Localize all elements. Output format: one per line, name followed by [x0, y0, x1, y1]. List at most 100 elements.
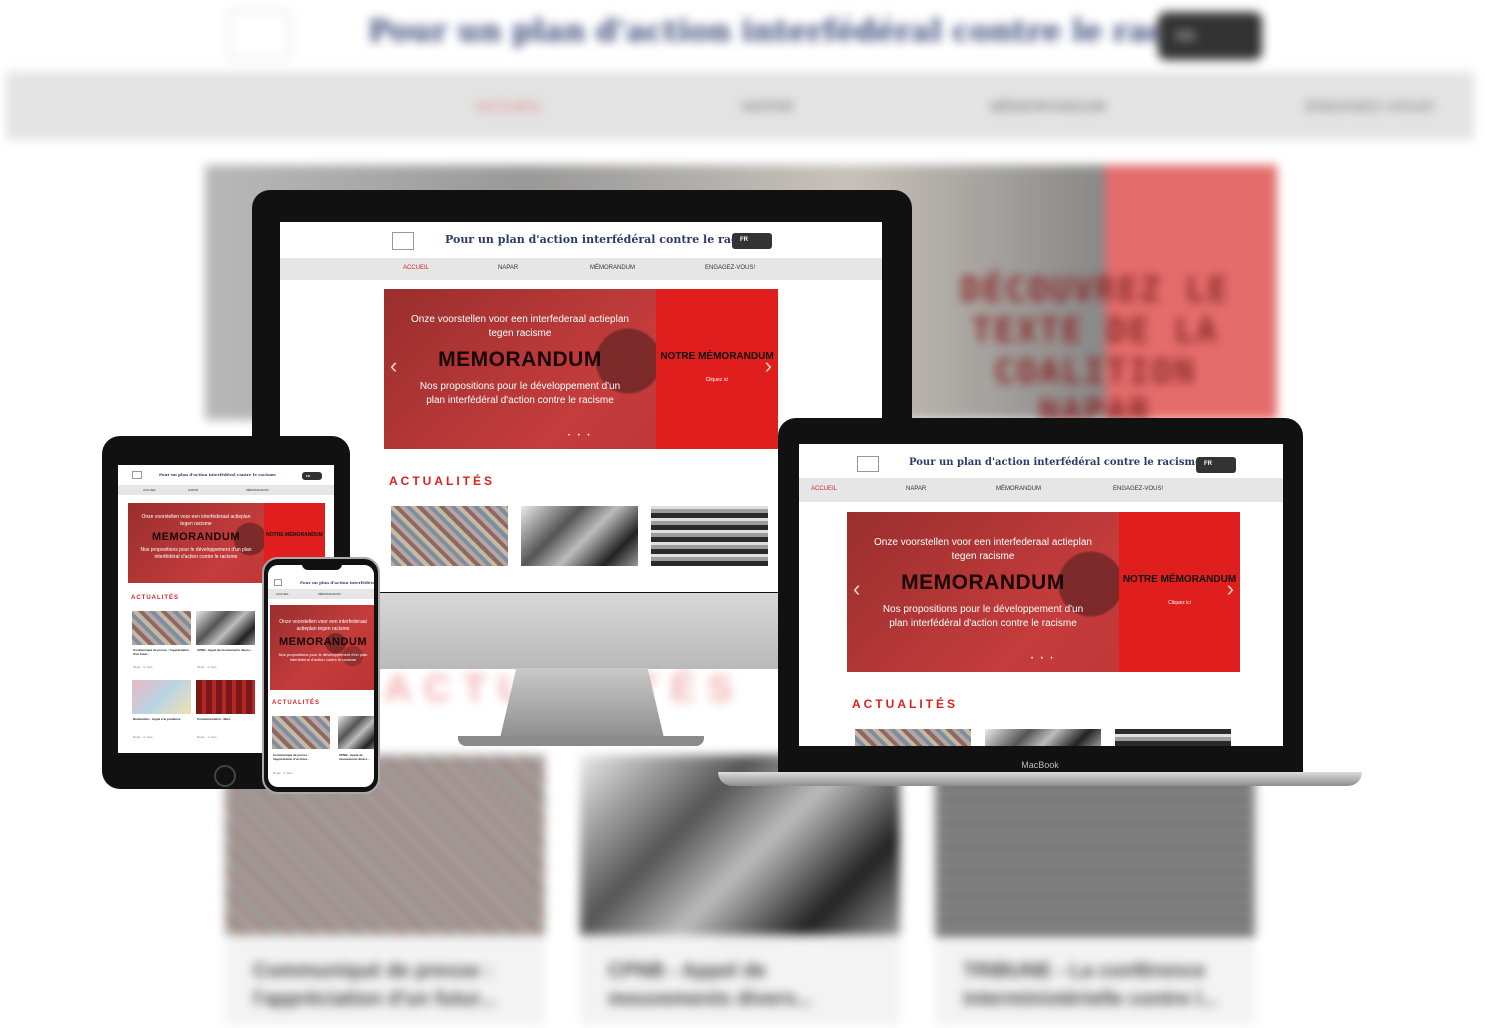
site-title: Pour un plan d'action interfédéral contr…: [159, 472, 276, 477]
article-title[interactable]: Déclaration - Appel à la prudence: [133, 717, 191, 722]
bg-nav-engagez: ENGAGEZ-VOUS!: [1306, 98, 1436, 114]
nav-accueil[interactable]: ACCUEIL: [276, 592, 289, 596]
nav-memorandum[interactable]: MÉMORANDUM: [246, 488, 269, 492]
site-title: Pour un plan d'action interfédéral contr…: [300, 580, 374, 585]
slide-subtext: Nos propositions pour le développement d…: [278, 652, 368, 663]
article-title[interactable]: Communiqué de presse : l'appréciation d'…: [133, 648, 191, 656]
slide-headline: MEMORANDUM: [438, 348, 602, 371]
bg-header: Pour un plan d'action interfédéral contr…: [0, 0, 1485, 72]
ipad-home-button: [214, 765, 236, 787]
news-heading: ACTUALITÉS: [389, 474, 495, 488]
site-header: Pour un plan d'action interfédéral contr…: [280, 222, 882, 258]
slide-content: Onze voorstellen voor een interfederaal …: [847, 512, 1119, 672]
site-nav: ACCUEIL NAPAR MÉMORANDUM ENGAGEZ-VOUS!: [799, 478, 1283, 502]
bg-card: TRIBUNE - La conférence interministériel…: [935, 755, 1255, 1025]
slide-cta[interactable]: NOTRE MÉMORANDUM Cliquez ici: [656, 289, 778, 449]
article-thumbnail[interactable]: [272, 716, 330, 749]
article-thumbnail[interactable]: [1115, 729, 1231, 746]
news-heading: ACTUALITÉS: [852, 697, 958, 711]
slide-content: Onze voorstellen voor een interfederaal …: [128, 503, 264, 583]
article-thumbnail[interactable]: [196, 680, 255, 714]
slide-headline: MEMORANDUM: [278, 636, 368, 648]
nav-memorandum[interactable]: MÉMORANDUM: [318, 592, 341, 596]
cta-link[interactable]: Cliquez ici: [656, 377, 778, 383]
imac-stand: [500, 668, 664, 738]
article-thumbnail[interactable]: [985, 729, 1101, 746]
article-meta: Régis · 6 mars: [133, 665, 153, 669]
article-thumbnail[interactable]: [521, 506, 638, 566]
nav-napar[interactable]: NAPAR: [188, 488, 198, 492]
hero-slider: Onze voorstellen voor een interfederaal …: [270, 605, 374, 690]
nav-accueil[interactable]: ACCUEIL: [143, 488, 156, 492]
site-header: Pour un plan d'action interfédéral contr…: [118, 465, 334, 485]
slide-cta[interactable]: NOTRE MÉMORANDUM Cliquez ici: [1119, 512, 1240, 672]
bg-card: Communiqué de presse : l'appréciation d'…: [225, 755, 545, 1025]
slider-dots[interactable]: • • •: [1031, 656, 1056, 662]
article-meta: Régis · 2 mars: [133, 735, 153, 739]
language-button[interactable]: FR: [302, 472, 322, 480]
article-thumbnail[interactable]: [651, 506, 768, 566]
nav-engagez[interactable]: ENGAGEZ-VOUS!: [1113, 486, 1163, 492]
cta-link[interactable]: Cliquez ici: [1119, 600, 1240, 606]
article-title[interactable]: Communiqué de presse : l'appréciation d'…: [273, 753, 329, 761]
site-title: Pour un plan d'action interfédéral contr…: [445, 233, 767, 246]
slider-next-icon[interactable]: ›: [765, 353, 772, 379]
iphone-screen: Pour un plan d'action interfédéral contr…: [268, 565, 374, 787]
slide-intro: Onze voorstellen voor een interfederaal …: [141, 514, 251, 527]
nav-napar[interactable]: NAPAR: [498, 265, 518, 271]
article-thumbnail[interactable]: [196, 611, 255, 645]
bg-card-title: Communiqué de presse : l'appréciation d'…: [253, 960, 496, 1010]
nav-napar[interactable]: NAPAR: [906, 486, 926, 492]
slider-prev-icon[interactable]: ‹: [853, 576, 860, 602]
site-logo[interactable]: [274, 579, 282, 586]
macbook-screen: Pour un plan d'action interfédéral contr…: [799, 444, 1283, 746]
site-logo[interactable]: [392, 232, 414, 250]
slide-intro: Onze voorstellen voor een interfederaal …: [874, 537, 1092, 562]
slider-next-icon[interactable]: ›: [1227, 576, 1234, 602]
slide-intro: Onze voorstellen voor een interfederaal …: [279, 619, 367, 632]
article-thumbnail[interactable]: [132, 680, 191, 714]
article-meta: Régis · 6 mars: [273, 771, 293, 775]
hero-slider: Onze voorstellen voor een interfederaal …: [847, 512, 1240, 672]
slider-dots[interactable]: • • •: [568, 433, 593, 439]
iphone-notch: [302, 561, 342, 570]
news-heading: ACTUALITÉS: [131, 595, 179, 601]
nav-accueil[interactable]: ACCUEIL: [403, 265, 429, 271]
article-thumbnail[interactable]: [391, 506, 508, 566]
article-thumbnail[interactable]: [855, 729, 971, 746]
site-logo[interactable]: [857, 456, 879, 472]
slide-content: Onze voorstellen voor een interfederaal …: [270, 605, 374, 690]
article-title[interactable]: CPNB - Appel de mouvements divers...: [197, 648, 255, 653]
nav-memorandum[interactable]: MÉMORANDUM: [590, 265, 635, 271]
cta-title: NOTRE MÉMORANDUM: [660, 351, 774, 362]
article-thumbnail[interactable]: [338, 716, 374, 749]
bg-logo: [228, 10, 290, 60]
macbook-label: MacBook: [1021, 760, 1059, 770]
news-heading: ACTUALITÉS: [272, 700, 320, 706]
bg-language-button: FR: [1158, 12, 1262, 60]
hero-slider: Onze voorstellen voor een interfederaal …: [384, 289, 778, 449]
slide-headline: MEMORANDUM: [151, 531, 241, 543]
bg-slider-text: DÉCOUVREZ LE TEXTE DE LA COALITION NAPAR: [960, 270, 1230, 433]
slide-headline: MEMORANDUM: [901, 571, 1065, 594]
imac-stand-foot: [458, 736, 704, 746]
bg-card: CPNB - Appel de mouvements divers...: [580, 755, 900, 1025]
slide-subtext: Nos propositions pour le développement d…: [419, 381, 621, 406]
nav-memorandum[interactable]: MÉMORANDUM: [996, 486, 1041, 492]
language-button[interactable]: FR: [1196, 457, 1236, 473]
article-title[interactable]: Commémoration - Mars: [197, 717, 255, 722]
bg-card-title: CPNB - Appel de mouvements divers...: [608, 960, 813, 1010]
language-button[interactable]: FR: [732, 233, 772, 249]
bg-nav: ACCUEIL NAPAR MÉMORANDUM ENGAGEZ-VOUS!: [6, 72, 1474, 140]
site-logo[interactable]: [132, 471, 142, 479]
slider-prev-icon[interactable]: ‹: [390, 353, 397, 379]
bg-nav-accueil: ACCUEIL: [476, 98, 544, 114]
nav-engagez[interactable]: ENGAGEZ-VOUS!: [705, 265, 755, 271]
slide-content: Onze voorstellen voor een interfederaal …: [384, 289, 656, 449]
article-title[interactable]: CPNB - Appel de mouvements divers...: [339, 753, 373, 761]
bg-nav-memorandum: MÉMORANDUM: [991, 98, 1106, 114]
site-title: Pour un plan d'action interfédéral contr…: [909, 457, 1202, 468]
article-thumbnail[interactable]: [132, 611, 191, 645]
cta-title: NOTRE MÉMORANDUM: [266, 532, 323, 538]
nav-accueil[interactable]: ACCUEIL: [811, 486, 837, 492]
